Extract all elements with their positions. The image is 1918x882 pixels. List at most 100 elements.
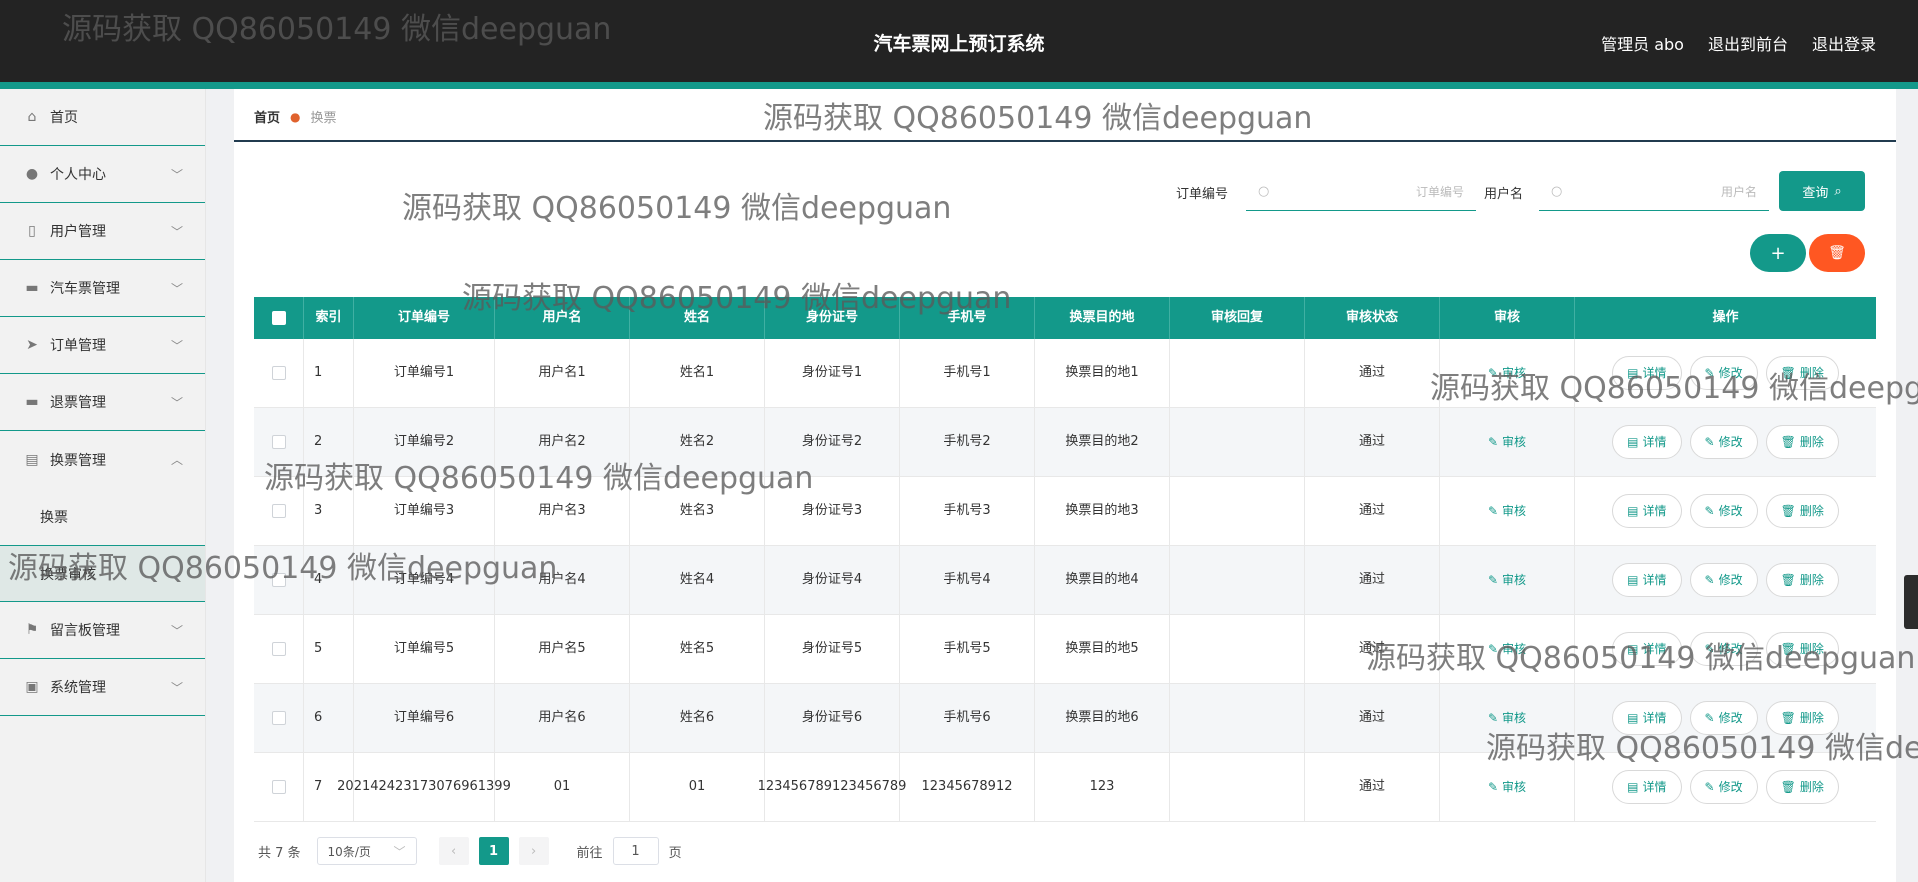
audit-link[interactable]: ✎ 审核: [1488, 502, 1526, 520]
breadcrumb-home[interactable]: 首页: [254, 107, 280, 126]
cell-order: 订单编号1: [354, 339, 495, 407]
edit-button[interactable]: ✎ 修改: [1689, 701, 1758, 735]
cell-phone: 手机号2: [900, 408, 1035, 476]
delete-button-label: 删除: [1799, 435, 1824, 449]
edit-button[interactable]: ✎ 修改: [1689, 425, 1758, 459]
chevron-right-icon: ›: [530, 843, 537, 859]
cell-status: 通过: [1305, 684, 1440, 752]
sidebar-item-exchange-management[interactable]: ▤ 换票管理 ︿: [0, 431, 205, 488]
audit-link[interactable]: ✎ 审核: [1488, 778, 1526, 796]
document-icon: ▤: [1627, 504, 1639, 518]
prev-page-button[interactable]: ‹: [438, 837, 469, 865]
batch-delete-button[interactable]: 🗑: [1809, 234, 1865, 272]
delete-button[interactable]: 🗑 删除: [1765, 632, 1839, 666]
sidebar-item-home[interactable]: ⌂ 首页: [0, 89, 205, 146]
add-button[interactable]: +: [1750, 234, 1806, 272]
cell-order: 订单编号5: [354, 615, 495, 683]
edit-button[interactable]: ✎ 修改: [1689, 632, 1758, 666]
chevron-left-icon: ‹: [450, 843, 457, 859]
edit-button[interactable]: ✎ 修改: [1689, 494, 1758, 528]
delete-button[interactable]: 🗑 删除: [1765, 701, 1839, 735]
cell-reply: [1170, 753, 1305, 821]
edit-button[interactable]: ✎ 修改: [1689, 356, 1758, 390]
cell-idx: 2: [304, 408, 354, 476]
side-scroll-handle[interactable]: [1904, 575, 1918, 629]
row-checkbox[interactable]: [271, 711, 286, 725]
column-header: 审核: [1440, 297, 1575, 339]
sidebar-item-system-management[interactable]: ▣ 系统管理 ﹀: [0, 659, 205, 716]
audit-link[interactable]: ✎ 审核: [1488, 640, 1526, 658]
delete-button[interactable]: 🗑 删除: [1765, 356, 1839, 390]
page-size-select[interactable]: 10条/页 ﹀: [316, 837, 417, 865]
edit-pen-icon: ✎: [1488, 504, 1499, 518]
audit-cell: ✎ 审核: [1440, 408, 1575, 476]
username-input[interactable]: ○ 用户名: [1539, 173, 1769, 211]
audit-link[interactable]: ✎ 审核: [1488, 709, 1526, 727]
cell-dest: 换票目的地5: [1035, 615, 1170, 683]
next-page-button[interactable]: ›: [518, 837, 549, 865]
delete-button-label: 删除: [1799, 780, 1824, 794]
row-checkbox[interactable]: [271, 642, 286, 656]
audit-link-label: 审核: [1501, 435, 1526, 449]
cell-reply: [1170, 684, 1305, 752]
query-button[interactable]: 查询 ⌕: [1779, 171, 1865, 211]
delete-button[interactable]: 🗑 删除: [1765, 425, 1839, 459]
detail-button[interactable]: ▤ 详情: [1612, 701, 1682, 735]
cell-user: 用户名5: [495, 615, 630, 683]
actions-cell: ▤ 详情 ✎ 修改 🗑 删除: [1575, 477, 1876, 545]
cell-idx: 6: [304, 684, 354, 752]
document-icon: ▤: [1627, 711, 1639, 725]
column-header: 索引: [304, 297, 354, 339]
delete-button[interactable]: 🗑 删除: [1765, 770, 1839, 804]
row-checkbox[interactable]: [271, 504, 286, 518]
row-checkbox[interactable]: [271, 435, 286, 449]
sidebar-subitem-exchange[interactable]: 换票: [0, 488, 205, 545]
sidebar-item-user-management[interactable]: ▯ 用户管理 ﹀: [0, 203, 205, 260]
row-checkbox[interactable]: [271, 366, 286, 380]
cell-dest: 换票目的地4: [1035, 546, 1170, 614]
edit-button[interactable]: ✎ 修改: [1689, 770, 1758, 804]
page-number-current[interactable]: 1: [478, 837, 509, 865]
clipboard-icon: ▤: [25, 451, 39, 468]
sidebar-item-personal-center[interactable]: ● 个人中心 ﹀: [0, 146, 205, 203]
sidebar-item-refund-management[interactable]: ▬ 退票管理 ﹀: [0, 374, 205, 431]
audit-link[interactable]: ✎ 审核: [1488, 571, 1526, 589]
delete-button[interactable]: 🗑 删除: [1765, 563, 1839, 597]
edit-pen-icon: ✎: [1704, 435, 1715, 449]
edit-pen-icon: ✎: [1704, 504, 1715, 518]
detail-button[interactable]: ▤ 详情: [1612, 356, 1682, 390]
cell-dest: 123: [1035, 753, 1170, 821]
order-number-label: 订单编号: [1176, 187, 1229, 202]
row-checkbox[interactable]: [271, 780, 286, 794]
select-all-checkbox[interactable]: [271, 311, 286, 325]
row-checkbox-cell: [254, 477, 304, 545]
row-checkbox[interactable]: [271, 573, 286, 587]
sidebar-item-order-management[interactable]: ➤ 订单管理 ﹀: [0, 317, 205, 374]
audit-cell: ✎ 审核: [1440, 615, 1575, 683]
order-number-input[interactable]: ○ 订单编号: [1246, 173, 1476, 211]
sidebar-item-ticket-management[interactable]: ▬ 汽车票管理 ﹀: [0, 260, 205, 317]
detail-button[interactable]: ▤ 详情: [1612, 632, 1682, 666]
column-header: 换票目的地: [1035, 297, 1170, 339]
sidebar-subitem-exchange-audit[interactable]: 换票审核: [0, 545, 205, 602]
logout-link[interactable]: 退出登录: [1812, 31, 1876, 55]
row-checkbox-cell: [254, 339, 304, 407]
exit-to-front-link[interactable]: 退出到前台: [1708, 31, 1788, 55]
column-header: 姓名: [630, 297, 765, 339]
cell-idcard: 身份证号3: [765, 477, 900, 545]
audit-link[interactable]: ✎ 审核: [1488, 364, 1526, 382]
table-body: 1 订单编号1 用户名1 姓名1 身份证号1 手机号1 换票目的地1 通过 ✎ 审核 ▤ 详情 ✎ 修改…: [254, 339, 1876, 822]
chevron-up-icon: ︿: [170, 453, 183, 467]
cell-idx: 1: [304, 339, 354, 407]
edit-button[interactable]: ✎ 修改: [1689, 563, 1758, 597]
detail-button[interactable]: ▤ 详情: [1612, 425, 1682, 459]
audit-link[interactable]: ✎ 审核: [1488, 433, 1526, 451]
detail-button[interactable]: ▤ 详情: [1612, 770, 1682, 804]
sidebar-item-message-board[interactable]: ⚑ 留言板管理 ﹀: [0, 602, 205, 659]
detail-button[interactable]: ▤ 详情: [1612, 563, 1682, 597]
detail-button[interactable]: ▤ 详情: [1612, 494, 1682, 528]
delete-button[interactable]: 🗑 删除: [1765, 494, 1839, 528]
sidebar-item-label: 汽车票管理: [50, 281, 120, 297]
admin-user-label[interactable]: 管理员 abo: [1601, 31, 1684, 55]
goto-page-input[interactable]: 1: [612, 837, 659, 865]
